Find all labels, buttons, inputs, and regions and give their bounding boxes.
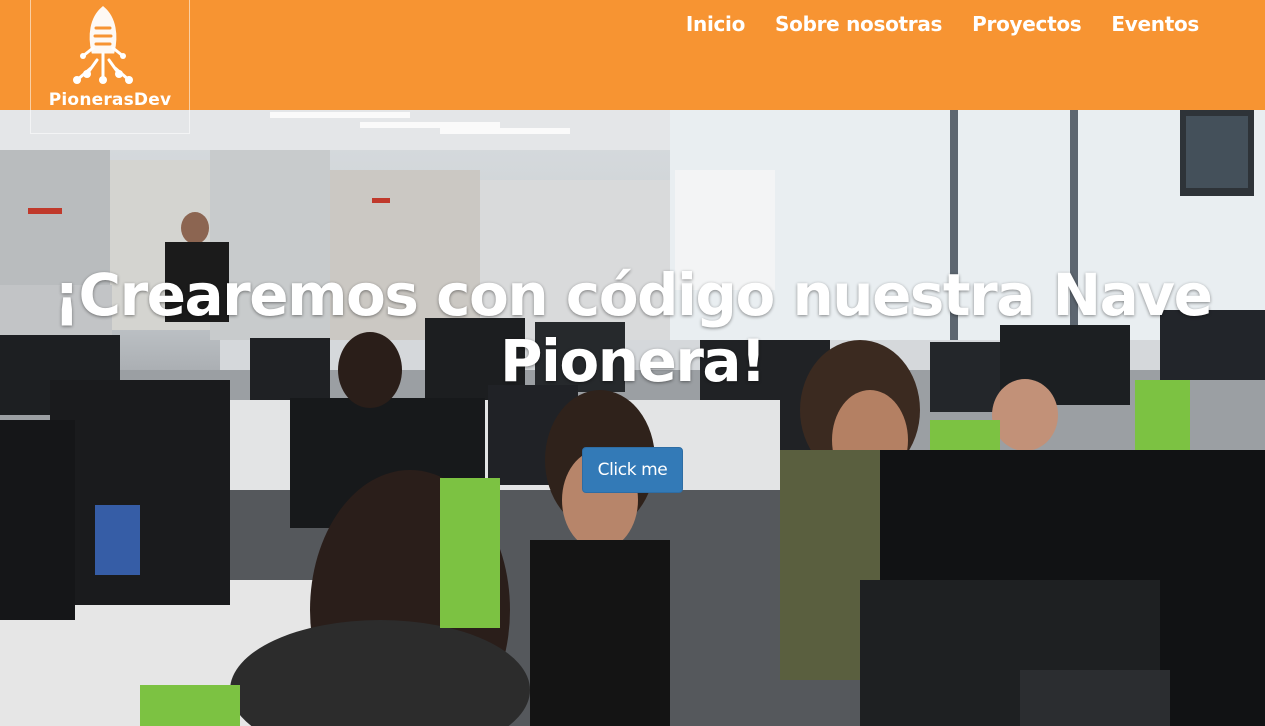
brand-name: PionerasDev <box>48 90 172 110</box>
nav-item-sobre-nosotras[interactable]: Sobre nosotras <box>775 12 942 36</box>
nav-item-proyectos[interactable]: Proyectos <box>972 12 1082 36</box>
nav-item-eventos[interactable]: Eventos <box>1111 12 1199 36</box>
hero-background-photo <box>0 110 1265 726</box>
hero-title: ¡Crearemos con código nuestra Nave Pione… <box>53 261 1213 395</box>
rocket-circuit-icon <box>73 6 133 84</box>
brand-logo-link[interactable]: PionerasDev <box>30 0 190 134</box>
navbar: PionerasDev Inicio Sobre nosotras Proyec… <box>0 0 1265 134</box>
nav-item-inicio[interactable]: Inicio <box>686 12 745 36</box>
hero-section: ¡Crearemos con código nuestra Nave Pione… <box>0 110 1265 726</box>
main-nav: Inicio Sobre nosotras Proyectos Eventos <box>686 12 1199 36</box>
click-me-button[interactable]: Click me <box>582 447 683 493</box>
